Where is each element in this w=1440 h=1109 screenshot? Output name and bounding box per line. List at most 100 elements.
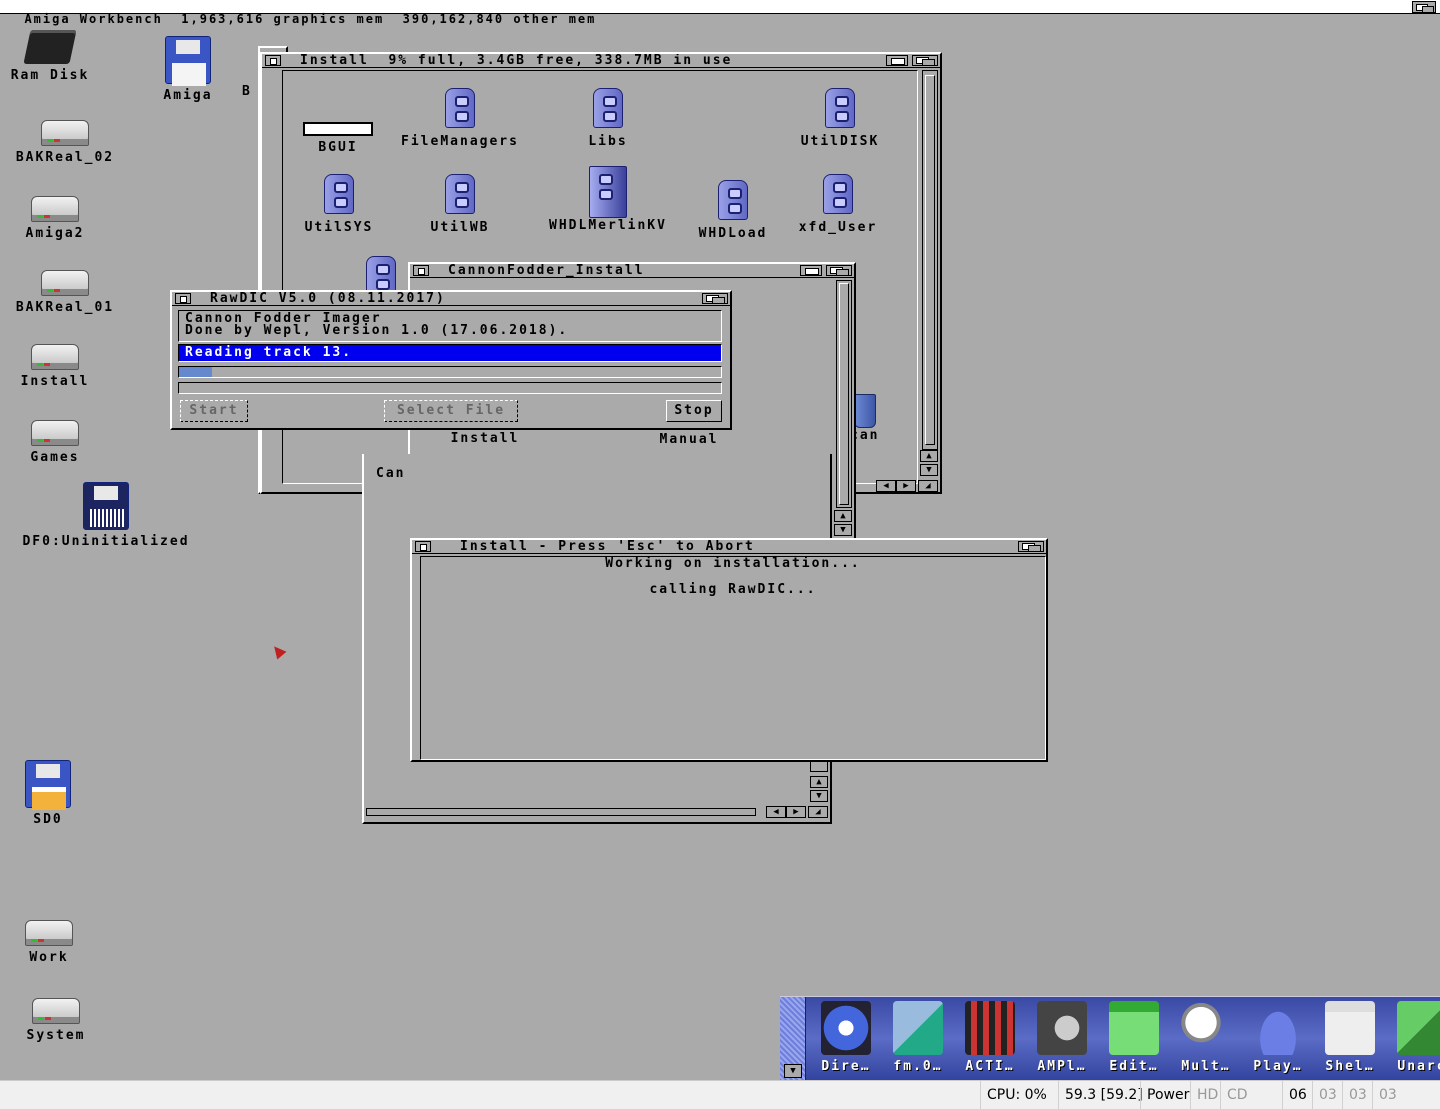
resize-gadget[interactable]: ◢ [808, 806, 828, 818]
emulator-status-bar: CPU: 0% 59.3 [59.2] Power HD CD 06 03 03… [0, 1080, 1440, 1109]
scroll-up-button[interactable]: ▲ [834, 510, 852, 522]
df2-track: 03 [1342, 1081, 1373, 1109]
dock-item-label: Shel… [1325, 1059, 1375, 1074]
drawer-item-filemanagers[interactable]: FileManagers [390, 82, 530, 149]
drawer-item-whdload[interactable]: WHDLoad [690, 174, 776, 241]
speaker-icon [1037, 1001, 1087, 1055]
desktop-icon-bakreal-02[interactable]: BAKReal_02 [6, 120, 124, 165]
select-file-button[interactable]: Select File [384, 400, 518, 422]
dock-item-label: Mult… [1181, 1059, 1231, 1074]
drawer-item-xfd-user[interactable]: xfd_User [788, 168, 888, 235]
rawdic-status-text: Reading track 13. [185, 345, 353, 360]
depth-gadget[interactable] [702, 293, 728, 304]
screen-title-bar[interactable]: Amiga Workbench 1,963,616 graphics mem 3… [0, 0, 1440, 26]
file-cabinet-icon [589, 166, 627, 218]
drawer-icon [819, 168, 857, 216]
close-gadget[interactable] [265, 55, 281, 66]
installer-window[interactable]: Install - Press 'Esc' to Abort Working o… [410, 538, 1048, 762]
notepad-icon [1109, 1001, 1159, 1055]
dock-item-4[interactable]: Edit… [1098, 1001, 1170, 1074]
horizontal-scrollbar[interactable] [366, 808, 756, 816]
fps-readout: 59.3 [59.2] [1058, 1081, 1149, 1109]
file-manager-icon [893, 1001, 943, 1055]
dock-item-3[interactable]: AMPl… [1026, 1001, 1098, 1074]
dock-item-0[interactable]: Dire… [810, 1001, 882, 1074]
screen-depth-gadget[interactable] [1412, 1, 1436, 13]
magnifier-icon [1181, 1001, 1231, 1055]
desktop-icon-work[interactable]: Work [16, 920, 82, 965]
drawer-item-bgui[interactable]: BGUI [298, 122, 378, 155]
drawer-item-utildisk[interactable]: UtilDISK [792, 82, 888, 149]
start-button[interactable]: Start [180, 400, 248, 422]
close-gadget[interactable] [413, 265, 429, 276]
install-window-titlebar[interactable]: Install 9% full, 3.4GB free, 338.7MB in … [262, 54, 940, 68]
dock-item-5[interactable]: Mult… [1170, 1001, 1242, 1074]
desktop-icon-df0[interactable]: DF0:Uninitialized [6, 482, 206, 549]
desktop-icon-amiga2[interactable]: Amiga2 [14, 196, 96, 241]
scroll-up-button[interactable]: ▲ [810, 776, 828, 788]
desktop-icon-sd0[interactable]: SD0 [18, 760, 78, 827]
desktop-icon-install[interactable]: Install [12, 344, 98, 389]
power-led: Power [1140, 1081, 1195, 1109]
dock-item-1[interactable]: fm.0… [882, 1001, 954, 1074]
stop-button[interactable]: Stop [666, 400, 722, 422]
vertical-scrollbar[interactable] [836, 280, 852, 508]
scroll-down-button[interactable]: ▼ [920, 464, 938, 476]
close-gadget[interactable] [175, 293, 191, 304]
dock-item-2[interactable]: ACTI… [954, 1001, 1026, 1074]
scroll-knob[interactable] [839, 283, 849, 505]
zoom-gadget[interactable] [800, 265, 822, 276]
desktop-icon-games[interactable]: Games [18, 420, 92, 465]
scroll-right-button[interactable]: ▶ [786, 806, 806, 818]
dock-item-label: ACTI… [965, 1059, 1015, 1074]
desktop-icon-system[interactable]: System [16, 998, 96, 1043]
depth-gadget[interactable] [912, 55, 938, 66]
scroll-left-button[interactable]: ◀ [876, 480, 896, 492]
hard-drive-icon [41, 120, 89, 146]
dock-item-label: fm.0… [893, 1059, 943, 1074]
installer-title: Install - Press 'Esc' to Abort [460, 540, 755, 554]
installer-titlebar[interactable]: Install - Press 'Esc' to Abort [412, 540, 1046, 554]
drawer-item-utilwb[interactable]: UtilWB [422, 168, 498, 235]
drawer-item-libs[interactable]: Libs [576, 82, 640, 149]
disc-player-icon [1253, 1001, 1303, 1055]
vertical-scrollbar[interactable] [922, 70, 938, 450]
close-gadget[interactable] [415, 541, 431, 552]
scroll-down-button[interactable]: ▼ [810, 790, 828, 802]
scroll-right-button[interactable]: ▶ [896, 480, 916, 492]
dock-item-8[interactable]: Unarc [1386, 1001, 1440, 1074]
drawer-item-utilsys[interactable]: UtilSYS [294, 168, 384, 235]
cannonfodder-window-titlebar[interactable]: CannonFodder_Install [410, 264, 854, 278]
hard-drive-icon [31, 196, 79, 222]
installer-line2: calling RawDIC... [649, 582, 817, 597]
rawdic-window[interactable]: RawDIC V5.0 (08.11.2017) Cannon Fodder I… [170, 290, 732, 430]
rawdic-info-line2: Done by Wepl, Version 1.0 (17.06.2018). [185, 323, 569, 338]
scroll-up-button[interactable]: ▲ [920, 450, 938, 462]
dock-item-6[interactable]: Play… [1242, 1001, 1314, 1074]
cannonfodder-window-title: CannonFodder_Install [448, 264, 645, 278]
cpu-usage: CPU: 0% [980, 1081, 1053, 1109]
zoom-gadget[interactable] [886, 55, 908, 66]
dock-collapse-button[interactable]: ▼ [784, 1064, 802, 1078]
desktop-icon-amiga[interactable]: Amiga [156, 36, 220, 103]
depth-gadget[interactable] [826, 265, 852, 276]
depth-gadget[interactable] [1018, 541, 1044, 552]
scroll-knob[interactable] [925, 75, 935, 445]
df3-track: 03 [1372, 1081, 1403, 1109]
desktop-icon-ram-disk[interactable]: Ram Disk [4, 30, 96, 83]
hard-drive-icon [41, 270, 89, 296]
drawer-icon [441, 82, 479, 130]
scroll-down-button[interactable]: ▼ [834, 524, 852, 536]
drawer-item-whdlmerlinkv[interactable]: WHDLMerlinKV [536, 166, 680, 233]
cf-item-manual[interactable]: Manual [646, 432, 732, 447]
rawdic-titlebar[interactable]: RawDIC V5.0 (08.11.2017) [172, 292, 730, 306]
dock-item-7[interactable]: Shel… [1314, 1001, 1386, 1074]
bgui-tool-icon [303, 122, 373, 136]
dock-handle[interactable]: ▼ [780, 997, 806, 1081]
trashcan-icon-partial[interactable]: can [850, 394, 896, 443]
rawdic-status-box: Reading track 13. [178, 344, 722, 362]
scroll-left-button[interactable]: ◀ [766, 806, 786, 818]
radar-icon [821, 1001, 871, 1055]
resize-gadget[interactable]: ◢ [918, 480, 938, 492]
desktop-icon-bakreal-01[interactable]: BAKReal_01 [6, 270, 124, 315]
